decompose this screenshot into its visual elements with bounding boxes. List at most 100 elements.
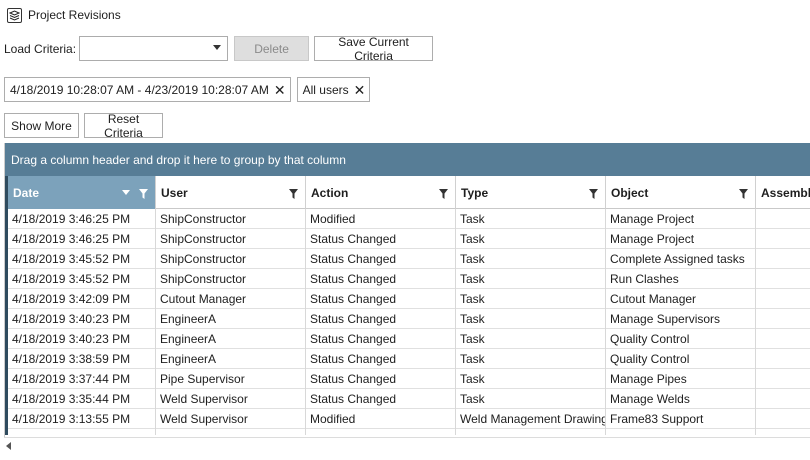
- close-icon[interactable]: ✕: [274, 83, 286, 97]
- cell-action: Status Changed: [306, 229, 456, 249]
- horizontal-scrollbar[interactable]: [4, 437, 810, 454]
- table-row[interactable]: 4/18/2019 3:37:44 PM Pipe Supervisor Statu…: [5, 369, 810, 389]
- cell-object: Manage Supervisors: [606, 309, 756, 329]
- cell-date: 4/18/2019 3:45:52 PM: [5, 269, 156, 289]
- cell-assembly: [756, 309, 810, 329]
- cell-type: Weld Management Drawing: [456, 409, 606, 429]
- scroll-left-icon[interactable]: [6, 442, 11, 450]
- date-range-chip[interactable]: 4/18/2019 10:28:07 AM - 4/23/2019 10:28:…: [4, 77, 291, 102]
- cell-date: 4/18/2019 3:40:23 PM: [5, 309, 156, 329]
- cell-date: 4/18/2019 3:40:23 PM: [5, 329, 156, 349]
- cell-assembly: [756, 229, 810, 249]
- cell-action: Status Changed: [306, 269, 456, 289]
- column-header-date[interactable]: Date: [5, 176, 156, 209]
- sort-descending-icon[interactable]: [122, 190, 130, 195]
- cell-type: Task: [456, 269, 606, 289]
- cell-type: [456, 429, 606, 435]
- table-row[interactable]: 4/18/2019 3:35:44 PM Weld Supervisor Statu…: [5, 389, 810, 409]
- cell-assembly: [756, 369, 810, 389]
- column-header-action[interactable]: Action: [306, 176, 456, 209]
- cell-type: Task: [456, 249, 606, 269]
- cell-action: Status Changed: [306, 389, 456, 409]
- cell-action: Status Changed: [306, 249, 456, 269]
- cell-date: 4/18/2019 3:13:55 PM: [5, 409, 156, 429]
- table-row[interactable]: [5, 429, 810, 435]
- cell-user: Weld Supervisor: [156, 389, 306, 409]
- cell-assembly: [756, 289, 810, 309]
- cell-date: [5, 429, 156, 435]
- cell-user: EngineerA: [156, 329, 306, 349]
- save-criteria-button[interactable]: Save Current Criteria: [314, 35, 434, 63]
- users-chip[interactable]: All users ✕: [296, 77, 371, 102]
- chevron-down-icon[interactable]: [213, 45, 222, 50]
- criteria-actions: Show More Reset Criteria: [4, 112, 168, 140]
- window-title: Project Revisions: [28, 8, 121, 22]
- show-more-button[interactable]: Show More: [4, 113, 79, 138]
- cell-assembly: [756, 329, 810, 349]
- column-header-object[interactable]: Object: [606, 176, 756, 209]
- cell-date: 4/18/2019 3:42:09 PM: [5, 289, 156, 309]
- filter-icon[interactable]: [289, 188, 298, 202]
- cell-type: Task: [456, 209, 606, 229]
- cell-object: Frame83 Support: [606, 409, 756, 429]
- cell-user: EngineerA: [156, 309, 306, 329]
- cell-date: 4/18/2019 3:46:25 PM: [5, 209, 156, 229]
- cell-type: Task: [456, 309, 606, 329]
- cell-action: Modified: [306, 409, 456, 429]
- filter-icon[interactable]: [139, 188, 148, 202]
- column-header-label: User: [161, 185, 188, 200]
- cell-assembly: [756, 209, 810, 229]
- cell-assembly: [756, 269, 810, 289]
- cell-type: Task: [456, 389, 606, 409]
- table-row[interactable]: 4/18/2019 3:46:25 PM ShipConstructor Modif…: [5, 209, 810, 229]
- cell-type: Task: [456, 229, 606, 249]
- cell-assembly: [756, 249, 810, 269]
- column-header-assembly[interactable]: Assembly: [756, 176, 810, 209]
- table-row[interactable]: 4/18/2019 3:40:23 PM EngineerA Status Chan…: [5, 329, 810, 349]
- table-row[interactable]: 4/18/2019 3:42:09 PM Cutout Manager Status…: [5, 289, 810, 309]
- cell-date: 4/18/2019 3:37:44 PM: [5, 369, 156, 389]
- cell-object: [606, 429, 756, 435]
- cell-type: Task: [456, 369, 606, 389]
- cell-user: ShipConstructor: [156, 209, 306, 229]
- cell-user: ShipConstructor: [156, 269, 306, 289]
- table-row[interactable]: 4/18/2019 3:45:52 PM ShipConstructor Statu…: [5, 249, 810, 269]
- cell-date: 4/18/2019 3:46:25 PM: [5, 229, 156, 249]
- cell-object: Manage Pipes: [606, 369, 756, 389]
- cell-user: [156, 429, 306, 435]
- cell-object: Complete Assigned tasks: [606, 249, 756, 269]
- cell-action: Status Changed: [306, 369, 456, 389]
- filter-icon[interactable]: [589, 188, 598, 202]
- cell-object: Quality Control: [606, 349, 756, 369]
- app-icon: [7, 7, 22, 23]
- filter-icon[interactable]: [439, 188, 448, 202]
- filter-icon[interactable]: [739, 188, 748, 202]
- users-text: All users: [302, 82, 349, 97]
- group-by-panel[interactable]: Drag a column header and drop it here to…: [5, 143, 810, 176]
- table-row[interactable]: 4/18/2019 3:45:52 PM ShipConstructor Statu…: [5, 269, 810, 289]
- cell-object: Manage Welds: [606, 389, 756, 409]
- cell-date: 4/18/2019 3:45:52 PM: [5, 249, 156, 269]
- table-row[interactable]: 4/18/2019 3:38:59 PM EngineerA Status Chan…: [5, 349, 810, 369]
- cell-assembly: [756, 389, 810, 409]
- load-criteria-combo[interactable]: [79, 36, 229, 61]
- table-row[interactable]: 4/18/2019 3:40:23 PM EngineerA Status Chan…: [5, 309, 810, 329]
- cell-assembly: [756, 429, 810, 435]
- reset-criteria-button[interactable]: Reset Criteria: [84, 112, 163, 140]
- close-icon[interactable]: ✕: [354, 83, 366, 97]
- revisions-grid: Drag a column header and drop it here to…: [4, 143, 810, 453]
- column-header-label: Action: [311, 185, 349, 200]
- cell-user: ShipConstructor: [156, 229, 306, 249]
- table-row[interactable]: 4/18/2019 3:13:55 PM Weld Supervisor Modif…: [5, 409, 810, 429]
- delete-button[interactable]: Delete: [234, 36, 310, 61]
- cell-action: Status Changed: [306, 309, 456, 329]
- cell-action: Status Changed: [306, 289, 456, 309]
- column-header-user[interactable]: User: [156, 176, 306, 209]
- column-header-label: Assembly: [761, 185, 810, 200]
- cell-action: Status Changed: [306, 349, 456, 369]
- table-row[interactable]: 4/18/2019 3:46:25 PM ShipConstructor Statu…: [5, 229, 810, 249]
- group-by-hint: Drag a column header and drop it here to…: [11, 152, 346, 167]
- cell-user: Cutout Manager: [156, 289, 306, 309]
- column-header-type[interactable]: Type: [456, 176, 606, 209]
- cell-user: EngineerA: [156, 349, 306, 369]
